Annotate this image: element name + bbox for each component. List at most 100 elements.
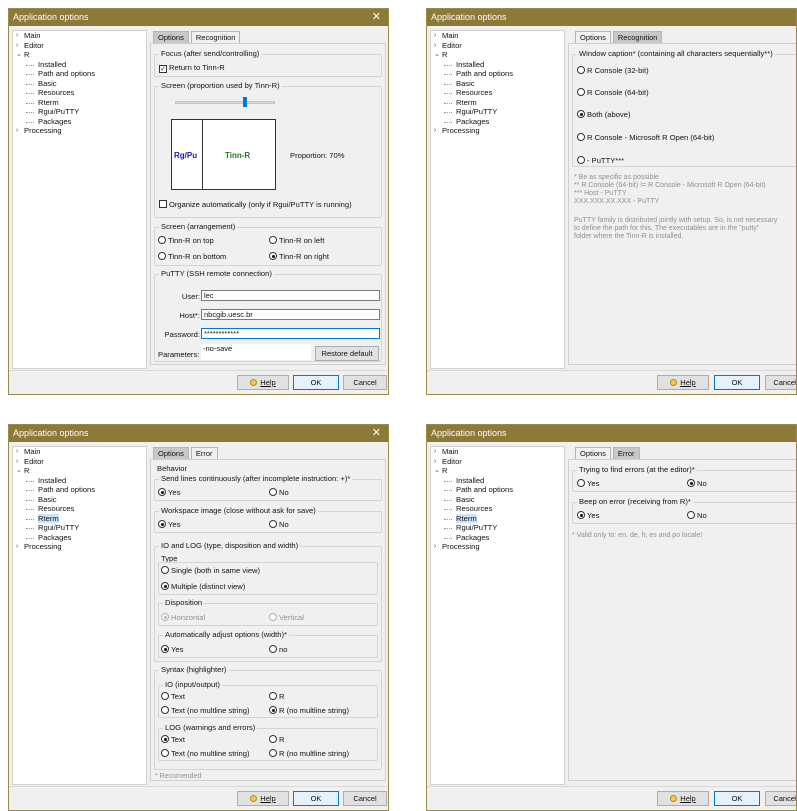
chevron-right-icon[interactable]: ›	[434, 41, 436, 51]
return-to-tinnr-checkbox[interactable]: ✓	[159, 65, 167, 73]
vertical-radio[interactable]	[269, 613, 277, 621]
single-view-radio[interactable]	[161, 566, 169, 574]
tree-item[interactable]: › Main	[13, 447, 146, 457]
organize-checkbox[interactable]	[159, 200, 167, 208]
close-icon[interactable]: ✕	[372, 9, 381, 26]
user-input[interactable]: lec	[201, 290, 380, 301]
tree-item[interactable]: › Main	[431, 31, 564, 41]
tree-item[interactable]: › Editor	[431, 457, 564, 467]
chevron-right-icon[interactable]: ›	[16, 542, 18, 552]
tree-item[interactable]: Rterm	[431, 98, 564, 108]
workspace-no-radio[interactable]	[269, 520, 277, 528]
cancel-button[interactable]: Cancel	[765, 791, 796, 806]
tree-item[interactable]: Packages	[431, 533, 564, 543]
tab-error[interactable]: Error	[190, 447, 218, 459]
tree-item[interactable]: Basic	[13, 495, 146, 505]
io-text-nm-radio[interactable]	[161, 706, 169, 714]
tinnr-left-radio[interactable]	[269, 236, 277, 244]
help-button[interactable]: Help	[657, 791, 709, 806]
chevron-right-icon[interactable]: ›	[16, 126, 18, 136]
chevron-right-icon[interactable]: ›	[16, 457, 18, 467]
tab-options[interactable]: Options	[575, 31, 611, 43]
tree-item[interactable]: › Editor	[431, 41, 564, 51]
tab-options[interactable]: Options	[153, 447, 189, 459]
chevron-right-icon[interactable]: ›	[434, 126, 436, 136]
restore-default-button[interactable]: Restore default	[315, 346, 379, 361]
tree-item[interactable]: ⌄ R	[13, 466, 146, 476]
r-console-64-radio[interactable]	[577, 88, 585, 96]
proportion-slider-thumb[interactable]	[243, 97, 247, 107]
help-button[interactable]: Help	[237, 375, 289, 390]
chevron-down-icon[interactable]: ⌄	[16, 466, 22, 476]
find-no-radio[interactable]	[687, 479, 695, 487]
tree-item[interactable]: › Editor	[13, 457, 146, 467]
help-button[interactable]: Help	[237, 791, 289, 806]
tree-item[interactable]: › Processing	[431, 126, 564, 136]
chevron-right-icon[interactable]: ›	[16, 31, 18, 41]
tree-item[interactable]: Path and options	[13, 69, 146, 79]
tree-item[interactable]: › Main	[431, 447, 564, 457]
tree-item[interactable]: Rterm	[431, 513, 564, 523]
parameters-input[interactable]: -no-save	[201, 344, 311, 360]
send-no-radio[interactable]	[269, 488, 277, 496]
ok-button[interactable]: OK	[714, 791, 760, 806]
tree-item[interactable]: Resources	[13, 504, 146, 514]
tree-item[interactable]: Packages	[431, 117, 564, 127]
tree-item[interactable]: Rgui/PuTTY	[431, 107, 564, 117]
io-text-radio[interactable]	[161, 692, 169, 700]
tree-item[interactable]: Basic	[431, 495, 564, 505]
chevron-down-icon[interactable]: ⌄	[434, 50, 440, 60]
tree-item[interactable]: Installed	[13, 476, 146, 486]
chevron-right-icon[interactable]: ›	[434, 457, 436, 467]
tree-item[interactable]: ⌄ R	[431, 466, 564, 476]
cancel-button[interactable]: Cancel	[765, 375, 796, 390]
chevron-down-icon[interactable]: ⌄	[434, 466, 440, 476]
chevron-right-icon[interactable]: ›	[434, 31, 436, 41]
tree-item[interactable]: Rgui/PuTTY	[13, 107, 146, 117]
log-text-nm-radio[interactable]	[161, 749, 169, 757]
tree-item[interactable]: › Editor	[13, 41, 146, 51]
tree-item[interactable]: Installed	[431, 476, 564, 486]
tree-item[interactable]: ⌄ R	[431, 50, 564, 60]
multiple-view-radio[interactable]	[161, 582, 169, 590]
tree-item[interactable]: › Processing	[13, 542, 146, 552]
tree-item[interactable]: Packages	[13, 533, 146, 543]
send-yes-radio[interactable]	[158, 488, 166, 496]
tree-item[interactable]: › Processing	[13, 126, 146, 136]
log-r-nm-radio[interactable]	[269, 749, 277, 757]
close-icon[interactable]: ✕	[372, 425, 381, 442]
log-r-radio[interactable]	[269, 735, 277, 743]
adjust-no-radio[interactable]	[269, 645, 277, 653]
tree-item[interactable]: Resources	[431, 88, 564, 98]
chevron-down-icon[interactable]: ⌄	[16, 50, 22, 60]
help-button[interactable]: Help	[657, 375, 709, 390]
tinnr-right-radio[interactable]	[269, 252, 277, 260]
tab-error[interactable]: Error	[612, 447, 640, 459]
host-input[interactable]: nbcgib.uesc.br	[201, 309, 380, 320]
tab-recognition[interactable]: Recognition	[190, 31, 241, 43]
ok-button[interactable]: OK	[293, 375, 339, 390]
microsoft-r-open-radio[interactable]	[577, 133, 585, 141]
io-r-nm-radio[interactable]	[269, 706, 277, 714]
tree-item[interactable]: Rterm	[13, 98, 146, 108]
tree-item[interactable]: ⌄ R	[13, 50, 146, 60]
log-text-radio[interactable]	[161, 735, 169, 743]
putty-radio[interactable]	[577, 156, 585, 164]
io-r-radio[interactable]	[269, 692, 277, 700]
chevron-right-icon[interactable]: ›	[16, 41, 18, 51]
cancel-button[interactable]: Cancel	[343, 375, 387, 390]
tinnr-bottom-radio[interactable]	[158, 252, 166, 260]
tree-item[interactable]: › Processing	[431, 542, 564, 552]
tree-item[interactable]: Path and options	[431, 485, 564, 495]
ok-button[interactable]: OK	[714, 375, 760, 390]
r-console-32-radio[interactable]	[577, 66, 585, 74]
tree-item[interactable]: Installed	[13, 60, 146, 70]
chevron-right-icon[interactable]: ›	[434, 447, 436, 457]
tree-item[interactable]: Basic	[431, 79, 564, 89]
beep-yes-radio[interactable]	[577, 511, 585, 519]
tab-options[interactable]: Options	[153, 31, 189, 43]
tree-item[interactable]: Rgui/PuTTY	[431, 523, 564, 533]
workspace-yes-radio[interactable]	[158, 520, 166, 528]
adjust-yes-radio[interactable]	[161, 645, 169, 653]
tree-item[interactable]: Installed	[431, 60, 564, 70]
